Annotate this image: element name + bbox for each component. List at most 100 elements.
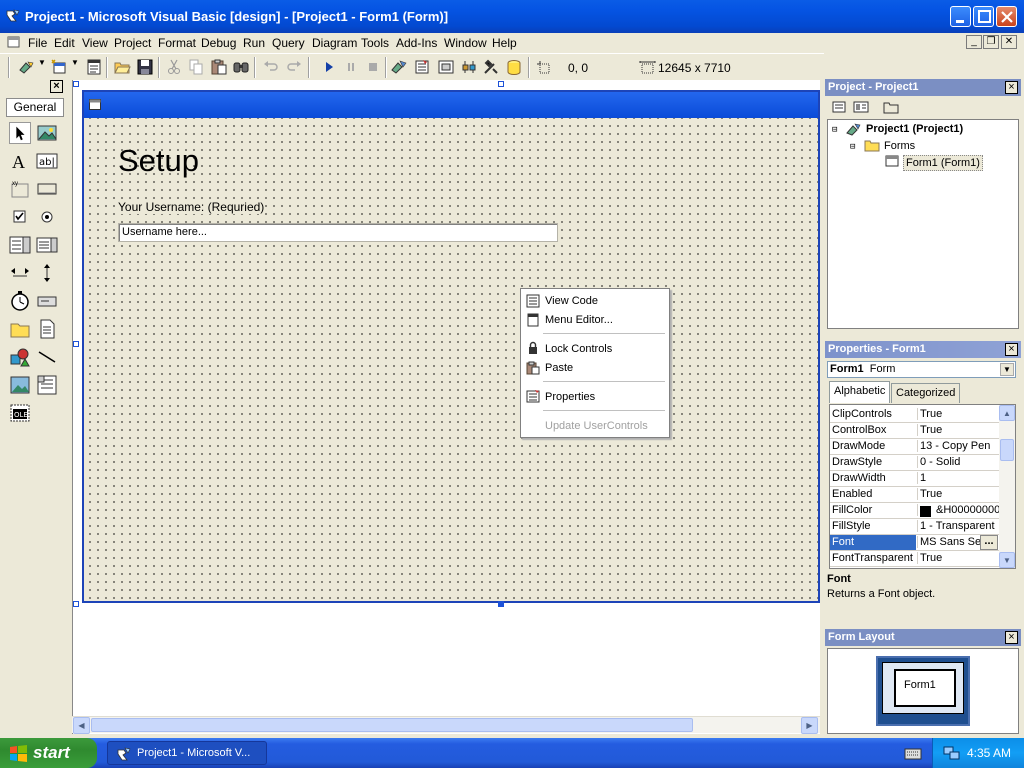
hscrollbar-icon[interactable] bbox=[9, 262, 31, 284]
project-explorer-icon[interactable] bbox=[390, 58, 408, 76]
form1-window[interactable]: Setup Your Username: (Requried) Username… bbox=[82, 90, 820, 603]
property-row[interactable]: ClipControls True bbox=[830, 407, 1001, 423]
mdi-minimize-button[interactable]: _ bbox=[966, 35, 982, 49]
menu-add-ins[interactable]: Add-Ins bbox=[396, 36, 437, 50]
view-object-icon[interactable] bbox=[851, 98, 871, 116]
frame-icon[interactable]: xy bbox=[9, 178, 31, 200]
start-button[interactable]: start bbox=[0, 738, 97, 768]
tree-item-form1[interactable]: Form1 (Form1) bbox=[903, 155, 983, 171]
horizontal-scrollbar[interactable]: ◀ ▶ bbox=[72, 716, 820, 734]
add-project-icon[interactable] bbox=[18, 58, 36, 76]
form-layout-icon[interactable] bbox=[437, 58, 455, 76]
line-icon[interactable] bbox=[36, 346, 58, 368]
cut-icon[interactable] bbox=[165, 58, 183, 76]
tree-collapse-icon[interactable]: ⊟ bbox=[850, 142, 855, 152]
menu-tools[interactable]: Tools bbox=[361, 36, 389, 50]
property-row[interactable]: ControlBox True bbox=[830, 423, 1001, 439]
mdi-restore-button[interactable]: ❐ bbox=[983, 35, 999, 49]
keyboard-icon[interactable] bbox=[904, 747, 922, 761]
start-icon[interactable] bbox=[320, 58, 338, 76]
paste-icon[interactable] bbox=[210, 58, 228, 76]
open-folder-icon[interactable] bbox=[113, 58, 131, 76]
properties-scrollbar[interactable]: ▲ ▼ bbox=[999, 405, 1015, 568]
project-panel-title[interactable]: Project - Project1 bbox=[825, 79, 1021, 96]
menu-diagram[interactable]: Diagram bbox=[312, 36, 357, 50]
ole-icon[interactable]: OLE bbox=[9, 402, 31, 424]
scroll-down-button[interactable]: ▼ bbox=[999, 552, 1015, 568]
menu-editor-icon[interactable] bbox=[85, 58, 103, 76]
end-icon[interactable] bbox=[364, 58, 382, 76]
form-layout-title[interactable]: Form Layout bbox=[825, 629, 1021, 646]
project-panel-close-button[interactable]: × bbox=[1005, 81, 1018, 94]
form1-client-area[interactable]: Setup Your Username: (Requried) Username… bbox=[84, 118, 818, 601]
menu-project[interactable]: Project bbox=[114, 36, 151, 50]
network-icon[interactable] bbox=[943, 745, 961, 761]
shape-icon[interactable] bbox=[9, 346, 31, 368]
redo-icon[interactable] bbox=[285, 58, 303, 76]
property-row[interactable]: DrawMode 13 - Copy Pen bbox=[830, 439, 1001, 455]
form1-title-bar[interactable] bbox=[84, 92, 818, 118]
data-control-icon[interactable] bbox=[36, 374, 58, 396]
scroll-up-button[interactable]: ▲ bbox=[999, 405, 1015, 421]
property-row[interactable]: FillStyle 1 - Transparent bbox=[830, 519, 1001, 535]
view-code-icon[interactable] bbox=[829, 98, 849, 116]
minimize-button[interactable] bbox=[950, 6, 971, 27]
title-bar[interactable]: Project1 - Microsoft Visual Basic [desig… bbox=[0, 0, 1024, 33]
menu-item-properties[interactable]: Properties bbox=[545, 391, 595, 403]
find-icon[interactable] bbox=[232, 58, 250, 76]
drivelistbox-icon[interactable] bbox=[36, 290, 58, 312]
property-row[interactable]: Enabled True bbox=[830, 487, 1001, 503]
menu-format[interactable]: Format bbox=[158, 36, 196, 50]
dropdown-arrow-icon[interactable]: ▼ bbox=[1000, 363, 1014, 376]
textbox-icon[interactable]: ab| bbox=[36, 150, 58, 172]
tab-categorized[interactable]: Categorized bbox=[891, 383, 961, 403]
filelistbox-icon[interactable] bbox=[36, 318, 58, 340]
resize-handle[interactable] bbox=[73, 601, 79, 607]
optionbutton-icon[interactable] bbox=[36, 206, 58, 228]
data-view-icon[interactable] bbox=[505, 58, 523, 76]
tree-item-project1[interactable]: Project1 (Project1) bbox=[866, 123, 963, 135]
vscrollbar-icon[interactable] bbox=[36, 262, 58, 284]
save-icon[interactable] bbox=[136, 58, 154, 76]
add-form-icon[interactable] bbox=[50, 58, 68, 76]
combobox-icon[interactable] bbox=[9, 234, 31, 256]
ellipsis-button[interactable]: ... bbox=[980, 535, 998, 550]
toolbox-icon[interactable] bbox=[482, 58, 500, 76]
property-row[interactable]: FontTransparent True bbox=[830, 551, 1001, 567]
property-row[interactable]: DrawStyle 0 - Solid bbox=[830, 455, 1001, 471]
menu-file[interactable]: File bbox=[28, 36, 47, 50]
close-button[interactable] bbox=[996, 6, 1017, 27]
resize-handle[interactable] bbox=[73, 81, 79, 87]
pointer-icon[interactable] bbox=[9, 122, 31, 144]
menu-item-lock-controls[interactable]: Lock Controls bbox=[545, 343, 612, 355]
maximize-button[interactable] bbox=[973, 6, 994, 27]
resize-handle[interactable] bbox=[498, 81, 504, 87]
object-selector[interactable]: Form1 Form ▼ bbox=[827, 361, 1016, 378]
commandbutton-icon[interactable] bbox=[36, 178, 58, 200]
undo-icon[interactable] bbox=[262, 58, 280, 76]
toolbox-close-button[interactable]: × bbox=[50, 80, 63, 93]
copy-icon[interactable] bbox=[187, 58, 205, 76]
resize-handle[interactable] bbox=[498, 601, 504, 607]
form-preview[interactable]: Form1 bbox=[894, 669, 956, 707]
toggle-folders-icon[interactable] bbox=[881, 98, 901, 116]
picturebox-icon[interactable] bbox=[36, 122, 58, 144]
menu-item-view-code[interactable]: View Code bbox=[545, 295, 598, 307]
menu-help[interactable]: Help bbox=[492, 36, 517, 50]
property-row-selected[interactable]: Font MS Sans Ser... bbox=[830, 535, 1001, 551]
tree-collapse-icon[interactable]: ⊟ bbox=[832, 125, 837, 135]
form-window-icon[interactable] bbox=[7, 36, 20, 48]
menu-debug[interactable]: Debug bbox=[201, 36, 236, 50]
properties-panel-close-button[interactable]: × bbox=[1005, 343, 1018, 356]
taskbar-item-vb[interactable]: Project1 - Microsoft V... bbox=[107, 741, 267, 765]
menu-window[interactable]: Window bbox=[444, 36, 487, 50]
scroll-thumb[interactable] bbox=[1000, 439, 1014, 461]
scroll-right-button[interactable]: ▶ bbox=[801, 717, 818, 734]
form-layout-close-button[interactable]: × bbox=[1005, 631, 1018, 644]
menu-item-paste[interactable]: Paste bbox=[545, 362, 573, 374]
tab-alphabetic[interactable]: Alphabetic bbox=[829, 381, 891, 403]
break-icon[interactable] bbox=[342, 58, 360, 76]
username-input[interactable]: Username here... bbox=[118, 223, 558, 242]
menu-item-menu-editor[interactable]: Menu Editor... bbox=[545, 314, 613, 326]
properties-panel-title[interactable]: Properties - Form1 bbox=[825, 341, 1021, 358]
